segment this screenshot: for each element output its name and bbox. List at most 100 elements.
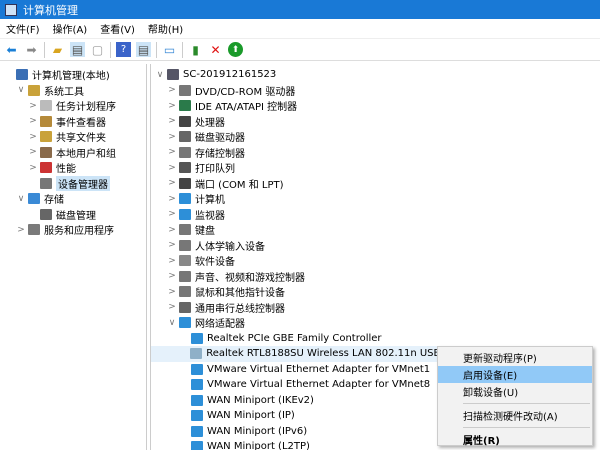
- left_tree-item[interactable]: > 任务计划程序: [0, 98, 146, 114]
- device_tree-item[interactable]: > 存储控制器: [151, 145, 600, 161]
- chevron-icon[interactable]: >: [167, 194, 177, 204]
- device_tree-item[interactable]: > 键盘: [151, 222, 600, 238]
- chevron-icon[interactable]: >: [16, 225, 26, 235]
- computer-management-icon: [5, 3, 17, 16]
- chevron-icon[interactable]: >: [167, 116, 177, 126]
- chevron-icon[interactable]: >: [167, 132, 177, 142]
- menu-help[interactable]: 帮助(H): [148, 21, 183, 36]
- context-menu-item[interactable]: 启用设备(E): [438, 366, 592, 383]
- chevron-icon[interactable]: >: [28, 101, 38, 111]
- context-menu-item[interactable]: 卸载设备(U): [438, 383, 592, 400]
- device_tree-item[interactable]: > 声音、视频和游戏控制器: [151, 269, 600, 285]
- chevron-icon[interactable]: >: [167, 240, 177, 250]
- chevron-icon[interactable]: ∨: [16, 85, 26, 95]
- device_tree-item[interactable]: > 鼠标和其他指针设备: [151, 284, 600, 300]
- device-icon: [167, 69, 179, 81]
- left_tree-item[interactable]: > 性能: [0, 160, 146, 176]
- chevron-icon[interactable]: >: [167, 256, 177, 266]
- chevron-icon[interactable]: >: [167, 287, 177, 297]
- device_tree-item[interactable]: > IDE ATA/ATAPI 控制器: [151, 98, 600, 114]
- toolbar: ⬅ ➡ ▰ ▤ ▢ ? ▤ ▭ ▮ ✕ ⬆: [0, 39, 600, 61]
- device_tree-item[interactable]: > DVD/CD-ROM 驱动器: [151, 83, 600, 99]
- chevron-icon[interactable]: >: [28, 116, 38, 126]
- help-icon[interactable]: ?: [116, 42, 131, 57]
- left_tree-item[interactable]: 计算机管理(本地): [0, 67, 146, 83]
- back-icon[interactable]: ⬅: [4, 42, 19, 57]
- device_tree-label: 处理器: [195, 117, 225, 129]
- left_tree-label: 任务计划程序: [56, 102, 116, 114]
- left_tree-item[interactable]: > 事件查看器: [0, 114, 146, 130]
- left_tree-item[interactable]: > 本地用户和组: [0, 145, 146, 161]
- device_tree-item[interactable]: > 处理器: [151, 114, 600, 130]
- device-icon: [179, 146, 191, 158]
- context-menu-item[interactable]: 扫描检测硬件改动(A): [438, 407, 592, 424]
- device_tree-item[interactable]: > 软件设备: [151, 253, 600, 269]
- chevron-icon[interactable]: >: [167, 209, 177, 219]
- chevron-icon[interactable]: ∨: [155, 70, 165, 80]
- device-icon: [28, 193, 40, 205]
- menu-view[interactable]: 查看(V): [100, 21, 135, 36]
- device_tree-label: 人体学输入设备: [195, 241, 265, 253]
- left_tree-item[interactable]: ∨ 系统工具: [0, 83, 146, 99]
- device-icon: [191, 441, 203, 450]
- device-icon: [179, 84, 191, 96]
- device_tree-label: WAN Miniport (L2TP): [207, 441, 310, 450]
- chevron-icon[interactable]: >: [167, 101, 177, 111]
- device_tree-item[interactable]: Realtek PCIe GBE Family Controller: [151, 331, 600, 347]
- chevron-icon[interactable]: >: [167, 85, 177, 95]
- chevron-icon[interactable]: >: [28, 163, 38, 173]
- context-menu-item[interactable]: 更新驱动程序(P): [438, 349, 592, 366]
- device-icon: [179, 317, 191, 329]
- chevron-icon[interactable]: >: [28, 132, 38, 142]
- title-bar: 计算机管理: [0, 0, 600, 19]
- chevron-icon[interactable]: ∨: [167, 318, 177, 328]
- left_tree-label: 计算机管理(本地): [32, 71, 110, 83]
- chevron-icon[interactable]: >: [167, 147, 177, 157]
- device_tree-item[interactable]: > 监视器: [151, 207, 600, 223]
- device-icon: [40, 131, 52, 143]
- device_tree-label: 通用串行总线控制器: [195, 303, 285, 315]
- left_tree-item[interactable]: ∨ 存储: [0, 191, 146, 207]
- device_tree-label: 监视器: [195, 210, 225, 222]
- left_tree-label: 本地用户和组: [56, 148, 116, 160]
- device_tree-item[interactable]: ∨ SC-201912161523: [151, 67, 600, 83]
- device-icon: [28, 224, 40, 236]
- forward-icon[interactable]: ➡: [24, 42, 39, 57]
- enable-icon[interactable]: ⬆: [228, 42, 243, 57]
- chevron-icon[interactable]: >: [167, 271, 177, 281]
- uninstall-icon[interactable]: ✕: [208, 42, 223, 57]
- device_tree-item[interactable]: > 打印队列: [151, 160, 600, 176]
- device_tree-item[interactable]: > 人体学输入设备: [151, 238, 600, 254]
- properties-icon[interactable]: ▢: [90, 42, 105, 57]
- menu-separator: [463, 427, 590, 428]
- chevron-icon[interactable]: >: [167, 302, 177, 312]
- left_tree-label: 磁盘管理: [56, 210, 96, 222]
- context-menu-item[interactable]: 属性(R): [438, 431, 592, 448]
- device_tree-item[interactable]: ∨ 网络适配器: [151, 315, 600, 331]
- chevron-icon[interactable]: >: [167, 163, 177, 173]
- chevron-icon[interactable]: >: [28, 147, 38, 157]
- show-tree-icon[interactable]: ▤: [70, 42, 85, 57]
- device_tree-item[interactable]: > 端口 (COM 和 LPT): [151, 176, 600, 192]
- device_tree-item[interactable]: > 通用串行总线控制器: [151, 300, 600, 316]
- device-icon: [191, 363, 203, 375]
- chevron-icon[interactable]: >: [167, 178, 177, 188]
- left_tree-item[interactable]: > 服务和应用程序: [0, 222, 146, 238]
- device_tree-label: WAN Miniport (IP): [207, 410, 295, 422]
- chevron-icon[interactable]: ∨: [16, 194, 26, 204]
- menu-action[interactable]: 操作(A): [53, 21, 88, 36]
- menu-file[interactable]: 文件(F): [6, 21, 40, 36]
- chevron-icon[interactable]: >: [167, 225, 177, 235]
- device_tree-label: 存储控制器: [195, 148, 245, 160]
- monitor-icon[interactable]: ▭: [162, 42, 177, 57]
- device-icon: [40, 208, 52, 220]
- device-icon: [16, 69, 28, 81]
- device_tree-item[interactable]: > 计算机: [151, 191, 600, 207]
- left_tree-item[interactable]: 磁盘管理: [0, 207, 146, 223]
- left_tree-item[interactable]: 设备管理器: [0, 175, 146, 192]
- left_tree-item[interactable]: > 共享文件夹: [0, 129, 146, 145]
- device_tree-item[interactable]: > 磁盘驱动器: [151, 129, 600, 145]
- update-driver-icon[interactable]: ▮: [188, 42, 203, 57]
- action-pane-icon[interactable]: ▤: [136, 42, 151, 57]
- up-folder-icon[interactable]: ▰: [50, 42, 65, 57]
